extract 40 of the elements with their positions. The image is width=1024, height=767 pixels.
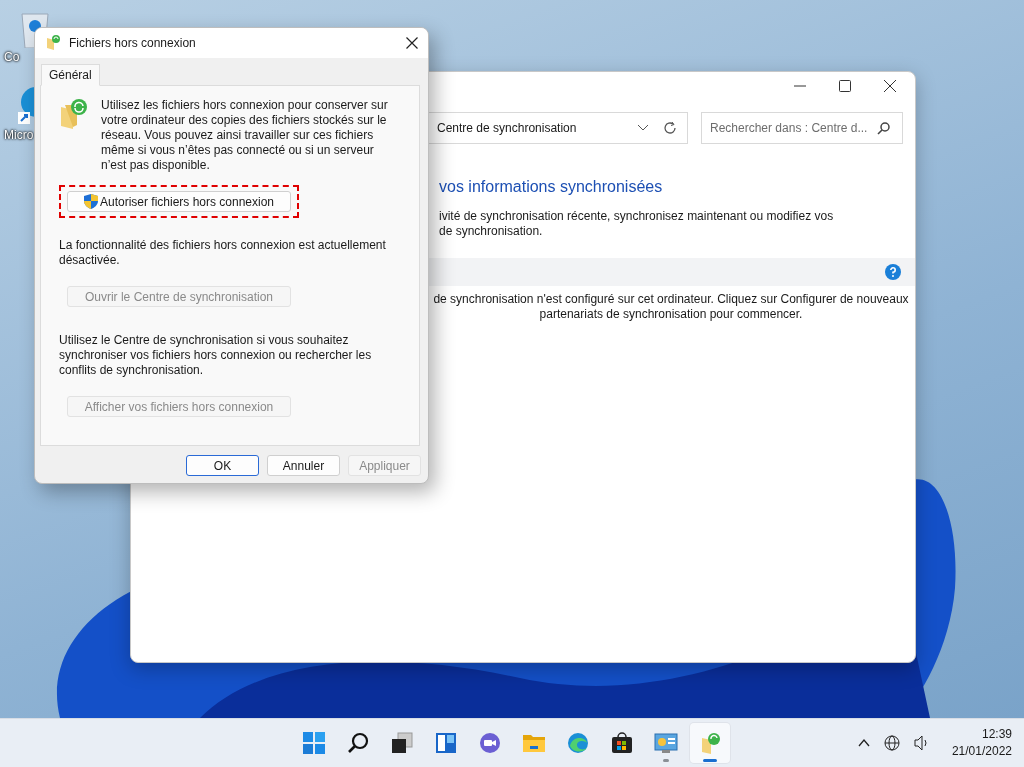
page-heading: vos informations synchronisées: [439, 178, 664, 196]
browser-icon: [567, 732, 589, 754]
desktop-icon-label: Micro: [4, 128, 34, 142]
close-icon[interactable]: [406, 37, 418, 49]
close-icon[interactable]: [883, 79, 897, 93]
refresh-icon[interactable]: [663, 121, 677, 135]
folder-sync-icon: [45, 35, 61, 51]
running-indicator: [703, 759, 717, 762]
widgets-icon: [435, 732, 457, 754]
shopping-bag-icon: [611, 732, 633, 754]
empty-state-message: de synchronisation n'est configuré sur cet ordinateur. Cliquez sur Configurer de nouveaux partenariats de synchronisation pour commencer.: [432, 292, 910, 322]
folder-sync-icon: [699, 732, 721, 754]
windows-logo-icon: [303, 732, 325, 754]
chat-icon: [479, 732, 501, 754]
dialog-button[interactable]: OK: [186, 455, 259, 476]
chevron-down-icon[interactable]: [637, 124, 649, 132]
running-indicator: [663, 759, 669, 762]
desktop-icon-label: Co: [4, 50, 20, 64]
dialog-button[interactable]: Annuler: [267, 455, 340, 476]
dialog-title: Fichiers hors connexion: [69, 36, 197, 50]
maximize-icon[interactable]: [838, 79, 852, 93]
intro-text: Utilisez les fichiers hors connexion pour conserver sur votre ordinateur des copies des fichiers stockés sur le réseau. Vous pouvez ainsi travailler sur ces fichiers même si vous n’êtes pas connecté ou si un serveur n’est pas disponible.: [101, 98, 389, 173]
globe-icon[interactable]: [883, 735, 900, 751]
description-text: ivité de synchronisation récente, synchronisez maintenant ou modifiez vos de synchronisation.: [439, 209, 835, 239]
clock[interactable]: 12:39 21/01/2022: [951, 726, 1012, 760]
search-icon[interactable]: [877, 121, 891, 135]
help-icon[interactable]: [885, 264, 901, 280]
folder-icon: [522, 732, 546, 754]
chevron-up-icon[interactable]: [857, 739, 870, 747]
control-panel-icon: [654, 732, 678, 754]
task-view-icon: [391, 732, 413, 754]
info-text: Utilisez le Centre de synchronisation si vous souhaitez synchroniser vos fichiers hors connexion ou rechercher les conflits de synchronisation.: [59, 333, 373, 378]
tab[interactable]: Général: [41, 64, 100, 86]
action-button[interactable]: Autoriser fichiers hors connexion: [67, 191, 291, 212]
folder-sync-icon: [59, 97, 89, 129]
shield-icon: [83, 194, 98, 209]
info-text: La fonctionnalité des fichiers hors connexion est actuellement désactivée.: [59, 238, 387, 268]
search-field[interactable]: Rechercher dans : Centre d...: [701, 112, 903, 144]
speaker-icon[interactable]: [913, 735, 930, 751]
search-icon: [347, 732, 369, 754]
